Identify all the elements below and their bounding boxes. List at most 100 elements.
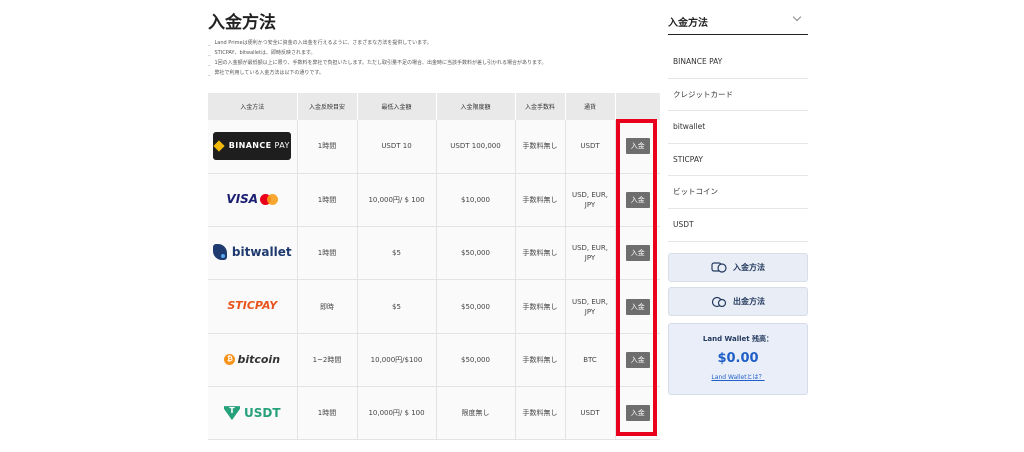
usdt-logo: T USDT <box>223 406 281 421</box>
deposit-methods-table: 入金方法 入金反映目安 最低入金額 入金限度額 入金手数料 通貨 BINANCE… <box>208 93 661 441</box>
cell-time: 即時 <box>297 279 358 334</box>
cell-limit: $50,000 <box>436 226 516 281</box>
col-header-time: 入金反映目安 <box>297 93 358 120</box>
cell-time: 1時間 <box>297 120 358 174</box>
cell-time: 1時間 <box>297 173 358 228</box>
note-item: _ Land Primeは便利かつ安全に資金の入出金を行えるように、さまざまな方法… <box>208 40 432 46</box>
cell-time: 1~2時間 <box>297 333 358 387</box>
wallet-balance: $0.00 <box>717 351 759 366</box>
cell-currency: USDT <box>565 120 616 174</box>
logo-cell: T USDT <box>208 386 298 441</box>
deposit-button-binance[interactable]: 入金 <box>625 138 650 155</box>
money-bag-icon <box>711 296 727 308</box>
coins-icon <box>711 262 727 273</box>
logo-cell: BINANCE PAY <box>208 120 298 174</box>
cell-fee: 手数料無し <box>515 173 566 228</box>
logo-cell: STICPAY <box>208 279 298 334</box>
cell-fee: 手数料無し <box>515 333 566 387</box>
table-header-row: 入金方法 入金反映目安 最低入金額 入金限度額 入金手数料 通貨 <box>208 93 661 120</box>
sidebar-item-sticpay[interactable]: STICPAY <box>668 144 808 177</box>
cell-limit: USDT 100,000 <box>436 120 516 174</box>
deposit-button-bitwallet[interactable]: 入金 <box>625 245 650 262</box>
cell-currency: USD, EUR, JPY <box>565 226 616 281</box>
sidebar-item-usdt[interactable]: USDT <box>668 209 808 242</box>
bitwallet-logo: bitwallet <box>212 243 292 260</box>
cell-fee: 手数料無し <box>515 120 566 174</box>
sidebar-header[interactable]: 入金方法 <box>668 8 808 35</box>
col-header-action <box>615 93 661 120</box>
sidebar-item-bitwallet[interactable]: bitwallet <box>668 111 808 144</box>
cell-min: 10,000円/ $ 100 <box>357 173 437 228</box>
deposit-button-bitcoin[interactable]: 入金 <box>625 351 650 368</box>
cell-action: 入金 <box>615 226 660 281</box>
note-item: _ STICPAY、bitwalletは、即時反映されます。 <box>208 50 316 56</box>
cell-time: 1時間 <box>297 226 358 281</box>
table-row: VISA 1時間 10,000円/ $ 100 $10,000 手数料無し US… <box>208 173 660 228</box>
note-item: _ 弊社で利用している入金方法は以下の通りです。 <box>208 70 324 76</box>
logo-cell: ₿ bitcoin <box>208 333 298 387</box>
bitwallet-icon <box>212 243 227 260</box>
col-header-limit: 入金限度額 <box>436 93 516 120</box>
cell-fee: 手数料無し <box>515 279 566 334</box>
cell-currency: USD, EUR, JPY <box>565 279 616 334</box>
withdraw-methods-button[interactable]: 出金方法 <box>668 287 808 316</box>
col-header-fee: 入金手数料 <box>515 93 566 120</box>
cell-action: 入金 <box>615 279 660 334</box>
col-header-currency: 通貨 <box>565 93 616 120</box>
cell-limit: $50,000 <box>436 333 516 387</box>
bitcoin-logo: ₿ bitcoin <box>224 354 280 366</box>
bitcoin-icon: ₿ <box>224 354 236 366</box>
table-row: BINANCE PAY 1時間 USDT 10 USDT 100,000 手数料無… <box>208 120 660 174</box>
cell-action: 入金 <box>615 386 660 441</box>
tether-icon: T <box>223 406 240 421</box>
cell-currency: BTC <box>565 333 616 387</box>
visa-mastercard-logo: VISA <box>226 193 279 205</box>
note-item: _ 1回の入金額が最低額以上に限り、手数料を弊社で負担いたします。ただし取引量不足… <box>208 60 547 66</box>
deposit-button-visa[interactable]: 入金 <box>625 191 650 208</box>
sidebar-item-bitcoin[interactable]: ビットコイン <box>668 176 808 209</box>
cell-min: USDT 10 <box>357 120 437 174</box>
page-title: 入金方法 <box>208 13 276 33</box>
binance-pay-logo: BINANCE PAY <box>213 132 292 161</box>
cell-min: $5 <box>357 226 437 281</box>
table-row: T USDT 1時間 10,000円/ $ 100 限度無し 手数料無し USDT… <box>208 386 660 441</box>
deposit-methods-button[interactable]: 入金方法 <box>668 253 808 282</box>
table-row: STICPAY 即時 $5 $50,000 手数料無し USD, EUR, JP… <box>208 279 660 334</box>
chevron-down-icon[interactable] <box>792 12 802 22</box>
wallet-info-link[interactable]: Land Walletとは？ <box>669 372 807 381</box>
cell-fee: 手数料無し <box>515 226 566 281</box>
cell-currency: USD, EUR, JPY <box>565 173 616 228</box>
cell-action: 入金 <box>615 333 660 387</box>
cell-limit: 限度無し <box>436 386 516 441</box>
cell-currency: USDT <box>565 386 616 441</box>
logo-cell: bitwallet <box>208 226 298 281</box>
notes-list: _ Land Primeは便利かつ安全に資金の入出金を行えるように、さまざまな方法… <box>208 38 660 78</box>
cell-time: 1時間 <box>297 386 358 441</box>
table-row: ₿ bitcoin 1~2時間 10,000円/$100 $50,000 手数料無… <box>208 333 660 387</box>
table-row: bitwallet 1時間 $5 $50,000 手数料無し USD, EUR,… <box>208 226 660 281</box>
cell-fee: 手数料無し <box>515 386 566 441</box>
sidebar-list: BINANCE PAY クレジットカード bitwallet STICPAY ビ… <box>668 46 808 242</box>
sidebar-item-binance-pay[interactable]: BINANCE PAY <box>668 46 808 79</box>
sidebar-title: 入金方法 <box>668 18 708 29</box>
cell-min: $5 <box>357 279 437 334</box>
col-header-min: 最低入金額 <box>357 93 437 120</box>
withdraw-methods-label: 出金方法 <box>733 297 765 306</box>
cell-action: 入金 <box>615 173 660 228</box>
land-wallet-card: Land Wallet 残高： $0.00 Land Walletとは？ <box>668 323 808 395</box>
binance-icon <box>213 140 225 153</box>
logo-cell: VISA <box>208 173 298 228</box>
deposit-button-sticpay[interactable]: 入金 <box>625 298 650 315</box>
cell-min: 10,000円/ $ 100 <box>357 386 437 441</box>
sticpay-logo: STICPAY <box>227 299 278 313</box>
wallet-label: Land Wallet 残高： <box>702 335 774 343</box>
cell-limit: $50,000 <box>436 279 516 334</box>
mastercard-icon <box>260 193 279 205</box>
cell-limit: $10,000 <box>436 173 516 228</box>
cell-min: 10,000円/$100 <box>357 333 437 387</box>
col-header-method: 入金方法 <box>208 93 298 120</box>
sidebar-item-credit-card[interactable]: クレジットカード <box>668 79 808 112</box>
deposit-methods-label: 入金方法 <box>733 263 765 272</box>
deposit-button-usdt[interactable]: 入金 <box>625 405 650 422</box>
cell-action: 入金 <box>615 120 660 174</box>
